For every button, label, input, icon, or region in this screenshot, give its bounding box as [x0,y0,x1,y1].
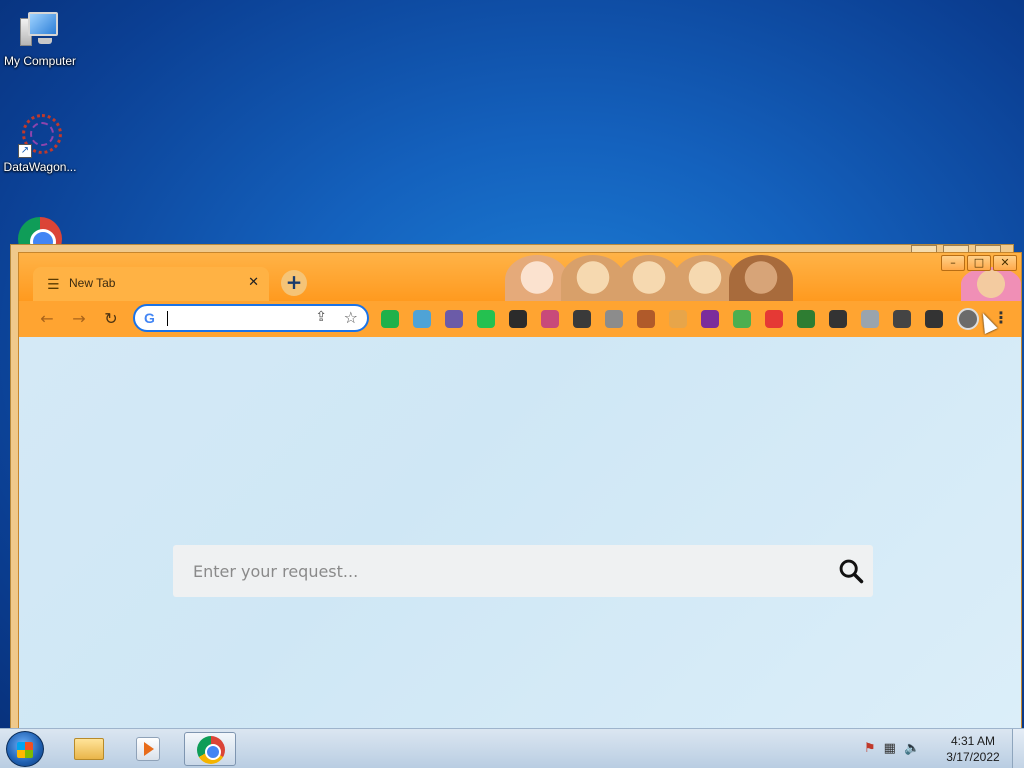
taskbar: ⚑ ▦ 🔈 4:31 AM 3/17/2022 [0,728,1024,768]
google-icon: G [144,310,155,326]
desktop-icon-datawagon[interactable]: ↗ DataWagon... [0,114,80,174]
photo-extension-icon[interactable] [861,310,879,328]
pen-extension-icon[interactable] [701,310,719,328]
action-center-flag-icon[interactable]: ⚑ [864,741,876,756]
system-tray: ⚑ ▦ 🔈 [864,741,920,756]
new-tab-button[interactable]: + [281,270,307,296]
chrome-window: ☰ New Tab ✕ + – □ ✕ ← → ↻ G ⇪ ☆ ⋮ [18,252,1022,730]
desktop-icon-label: DataWagon... [3,160,77,174]
bookmark-star-icon[interactable]: ☆ [344,308,358,327]
share-icon[interactable]: ⇪ [315,309,327,325]
theme-artwork-right [961,267,1021,301]
search-input[interactable] [173,545,813,597]
start-button[interactable] [6,731,44,767]
bird-extension-icon[interactable] [413,310,431,328]
toolbar: ← → ↻ G ⇪ ☆ ⋮ [19,301,1021,337]
clock[interactable]: 4:31 AM 3/17/2022 [940,733,1006,765]
close-button[interactable]: ✕ [993,255,1017,271]
windows-logo-icon [17,742,33,758]
side-panel-icon[interactable] [925,310,943,328]
monster-extension-icon[interactable] [445,310,463,328]
address-bar[interactable]: G ⇪ ☆ [133,304,369,332]
clock-time: 4:31 AM [950,734,996,748]
extensions-bar [381,310,943,328]
search-box [173,545,873,597]
computer-icon [18,10,62,52]
new-tab-page [19,337,1021,730]
ring-extension-icon[interactable] [477,310,495,328]
chrome-button[interactable] [184,732,236,766]
globe-extension-icon[interactable] [797,310,815,328]
rainbow-leaf-extension-icon[interactable] [733,310,751,328]
battery-extension-icon[interactable] [637,310,655,328]
chrome-icon [197,736,225,764]
text-caret [167,311,168,326]
media-player-button[interactable] [122,732,174,766]
clock-date: 3/17/2022 [946,750,1000,764]
explorer-button[interactable] [62,732,114,766]
volume-icon[interactable]: 🔈 [904,741,920,756]
back-button[interactable]: ← [37,309,57,329]
media-player-icon [136,737,160,761]
avatar-extension-icon[interactable] [573,310,591,328]
tune-icon: ☰ [47,277,60,293]
folder-icon [74,738,104,760]
profile-avatar-icon[interactable] [957,308,979,330]
minimize-button[interactable]: – [941,255,965,271]
datawagon-icon: ↗ [18,114,62,158]
extensions-puzzle-icon[interactable] [893,310,911,328]
forward-button[interactable]: → [69,309,89,329]
reload-button[interactable]: ↻ [101,309,121,329]
network-icon[interactable]: ▦ [884,741,896,756]
dark-circle-extension-icon[interactable] [509,310,527,328]
show-desktop-button[interactable] [1012,729,1024,768]
drop-extension-icon[interactable] [669,310,687,328]
maximize-button[interactable]: □ [967,255,991,271]
tab-title: New Tab [69,276,116,290]
grey-o-extension-icon[interactable] [605,310,623,328]
tab-new-tab[interactable]: ☰ New Tab ✕ [33,267,269,301]
desktop-icon-label: My Computer [3,54,77,68]
theme-artwork [505,255,793,301]
rainbow-flag-extension-icon[interactable] [765,310,783,328]
title-bar[interactable]: ☰ New Tab ✕ + – □ ✕ [19,253,1021,301]
tab-close-icon[interactable]: ✕ [248,275,259,290]
car-extension-icon[interactable] [541,310,559,328]
search-icon[interactable] [837,557,865,585]
desktop-icon-my-computer[interactable]: My Computer [0,10,80,68]
puzzle-plus-extension-icon[interactable] [829,310,847,328]
window-controls: – □ ✕ [941,255,1017,271]
meet-extension-icon[interactable] [381,310,399,328]
